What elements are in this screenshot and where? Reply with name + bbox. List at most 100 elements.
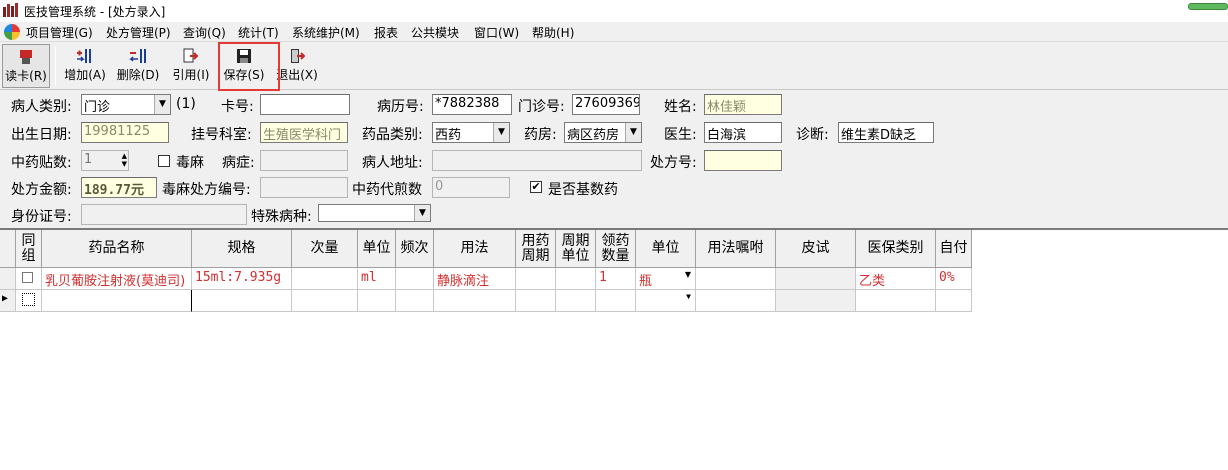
table-cell-dose[interactable]	[292, 268, 358, 290]
name-field[interactable]: 林佳颖	[704, 94, 782, 115]
col-header-spec[interactable]: 规格	[192, 230, 292, 268]
read-card-button[interactable]: 读卡(R)	[2, 44, 50, 88]
col-header-unit[interactable]: 单位	[636, 230, 696, 268]
exit-button[interactable]: 退出(X)	[274, 44, 320, 88]
diagnosis-field[interactable]: 维生素D缺乏	[838, 122, 934, 143]
menu-statistics[interactable]: 统计(T)	[238, 24, 279, 41]
narcotic-rx-label: 毒麻处方编号:	[162, 182, 251, 198]
table-cell-cycle-unit[interactable]	[556, 290, 596, 312]
table-cell-qty[interactable]: 1	[596, 268, 636, 290]
chevron-down-icon[interactable]: ▼	[685, 270, 691, 279]
col-header-instruction[interactable]: 用法嘱咐	[696, 230, 776, 268]
col-header-insurance[interactable]: 医保类别	[856, 230, 936, 268]
table-cell-unit[interactable]: 瓶 ▼	[636, 268, 696, 290]
table-cell-insurance[interactable]: 乙类	[856, 268, 936, 290]
menu-project[interactable]: 项目管理(G)	[26, 24, 93, 41]
disease-field[interactable]	[260, 150, 348, 171]
col-header-cycle[interactable]: 用药 周期	[516, 230, 556, 268]
table-cell-skin-test[interactable]	[776, 268, 856, 290]
drug-type-select[interactable]: 西药 ▼	[432, 122, 510, 143]
table-cell-usage[interactable]: 静脉滴注	[434, 268, 516, 290]
table-cell-drug-name[interactable]	[42, 290, 192, 312]
decoct-field[interactable]: 0	[432, 177, 510, 198]
table-cell-qty[interactable]	[596, 290, 636, 312]
table-cell-self-pay[interactable]: 0%	[936, 268, 972, 290]
app-logo-icon	[4, 24, 20, 40]
birth-field[interactable]: 19981125	[81, 122, 169, 143]
menu-report[interactable]: 报表	[374, 24, 398, 41]
col-header-drug-name[interactable]: 药品名称	[42, 230, 192, 268]
narcotic-rx-field[interactable]	[260, 177, 348, 198]
window-control-grip[interactable]	[1188, 3, 1228, 10]
app-icon	[3, 3, 18, 17]
row-indicator[interactable]	[0, 268, 16, 290]
table-cell-freq[interactable]	[396, 290, 434, 312]
table-cell-spec[interactable]	[192, 290, 292, 312]
table-cell-cycle-unit[interactable]	[556, 268, 596, 290]
toolbar: 读卡(R) 增加(A) 删除(D) 引用(I) 保存(S) 退出(X)	[0, 42, 1228, 90]
table-cell-freq[interactable]	[396, 268, 434, 290]
table-cell-cycle[interactable]	[516, 290, 556, 312]
delete-row-icon	[129, 49, 146, 63]
col-header-usage[interactable]: 用法	[434, 230, 516, 268]
rx-no-field[interactable]	[704, 150, 782, 171]
group-checkbox[interactable]	[22, 272, 33, 283]
delete-button[interactable]: 删除(D)	[115, 44, 161, 88]
col-header-skin-test[interactable]: 皮试	[776, 230, 856, 268]
special-disease-select[interactable]: ▼	[318, 204, 431, 222]
table-cell-dose[interactable]	[292, 290, 358, 312]
tcm-doses-stepper[interactable]: 1 ▲ ▼	[81, 150, 129, 171]
stepper-arrows-icon[interactable]: ▲ ▼	[122, 152, 127, 168]
tcm-doses-label: 中药贴数:	[11, 155, 72, 171]
current-row-indicator-icon[interactable]: ▶	[0, 290, 16, 312]
record-no-field[interactable]: *7882388	[432, 94, 512, 115]
table-cell-self-pay[interactable]	[936, 290, 972, 312]
table-cell-instruction[interactable]	[696, 290, 776, 312]
patient-type-code: (1)	[176, 96, 196, 112]
menu-query[interactable]: 查询(Q)	[183, 24, 226, 41]
table-cell-dose-unit[interactable]: ml	[358, 268, 396, 290]
table-cell-drug-name[interactable]: 乳贝葡胺注射液(莫迪司)	[42, 268, 192, 290]
cite-button[interactable]: 引用(I)	[168, 44, 214, 88]
doctor-field[interactable]: 白海滨	[704, 122, 782, 143]
card-no-field[interactable]	[260, 94, 350, 115]
table-cell-insurance[interactable]	[856, 290, 936, 312]
address-label: 病人地址:	[362, 155, 423, 171]
address-field[interactable]	[432, 150, 642, 171]
col-header-dose-unit[interactable]: 单位	[358, 230, 396, 268]
table-cell-spec[interactable]: 15ml:7.935g	[192, 268, 292, 290]
narcotic-checkbox[interactable]	[158, 155, 170, 167]
table-cell-skin-test[interactable]	[776, 290, 856, 312]
table-cell-dose-unit[interactable]	[358, 290, 396, 312]
menu-prescription[interactable]: 处方管理(P)	[106, 24, 171, 41]
table-cell-usage[interactable]	[434, 290, 516, 312]
table-cell-cycle[interactable]	[516, 268, 556, 290]
reg-dept-label: 挂号科室:	[191, 127, 252, 143]
table-cell-group[interactable]	[16, 290, 42, 312]
menu-window[interactable]: 窗口(W)	[474, 24, 519, 41]
pharmacy-select[interactable]: 病区药房 ▼	[564, 122, 642, 143]
id-no-field[interactable]	[81, 204, 247, 225]
col-header-qty[interactable]: 领药 数量	[596, 230, 636, 268]
col-header-group[interactable]: 同 组	[16, 230, 42, 268]
table-cell-unit[interactable]: ▼	[636, 290, 696, 312]
col-header-dose[interactable]: 次量	[292, 230, 358, 268]
col-header-freq[interactable]: 频次	[396, 230, 434, 268]
menu-common[interactable]: 公共模块	[411, 24, 459, 41]
clinic-no-field[interactable]: 27609369	[572, 94, 640, 115]
exit-door-icon	[291, 49, 306, 63]
reg-dept-field[interactable]: 生殖医学科门	[260, 122, 348, 143]
decoct-label: 中药代煎数	[352, 182, 422, 198]
table-cell-instruction[interactable]	[696, 268, 776, 290]
basic-drug-checkbox[interactable]: ✔	[530, 181, 542, 193]
add-button[interactable]: 增加(A)	[62, 44, 108, 88]
col-header-self-pay[interactable]: 自付	[936, 230, 972, 268]
chevron-down-icon[interactable]: ▼	[686, 292, 691, 301]
menu-help[interactable]: 帮助(H)	[532, 24, 574, 41]
prescription-grid: 同 组 药品名称 规格 次量 单位 频次 用法 用药 周期 周期 单位 领药 数…	[0, 228, 1228, 470]
menu-system[interactable]: 系统维护(M)	[292, 24, 360, 41]
patient-type-select[interactable]: 门诊 ▼	[81, 94, 171, 115]
group-checkbox[interactable]	[22, 293, 35, 306]
col-header-cycle-unit[interactable]: 周期 单位	[556, 230, 596, 268]
table-cell-group[interactable]	[16, 268, 42, 290]
